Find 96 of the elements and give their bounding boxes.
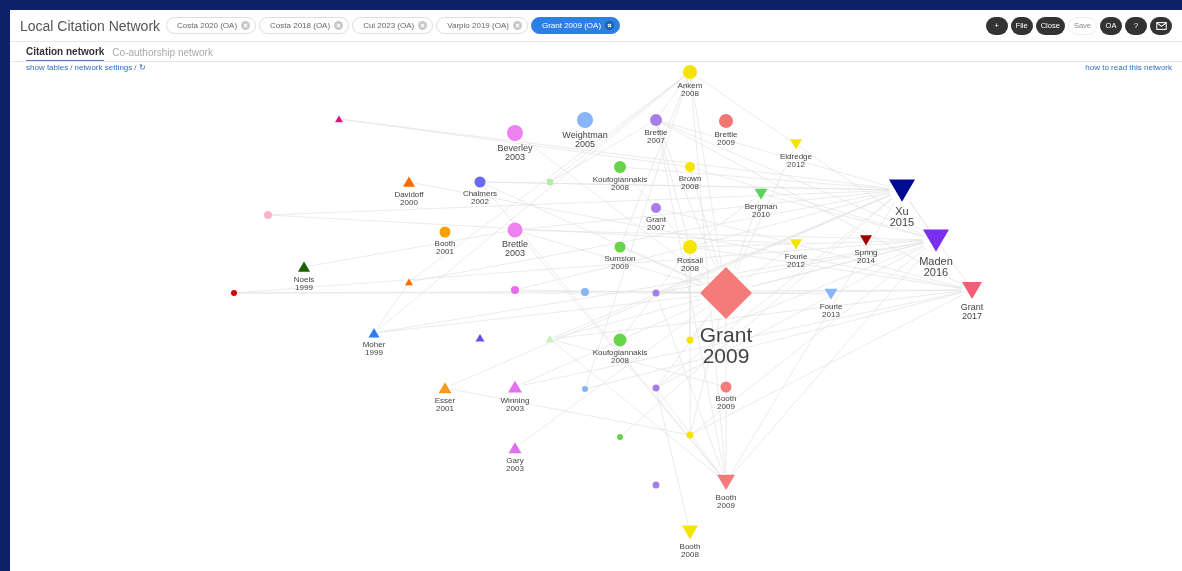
node-label: Brettle 2007 [644, 127, 668, 145]
node-label: Booth 2009 [715, 492, 737, 510]
separator-text: / [70, 63, 73, 72]
paper-tab[interactable]: Cui 2023 (OA) [352, 17, 434, 34]
paper-node[interactable] [231, 290, 237, 296]
node-label: Booth 2008 [679, 541, 701, 559]
view-tab[interactable]: Citation network [26, 46, 105, 61]
node-label: Booth 2001 [434, 239, 456, 257]
paper-node[interactable] [962, 282, 982, 299]
paper-node[interactable] [719, 114, 733, 128]
paper-tab[interactable]: Costa 2018 (OA) [259, 17, 350, 34]
paper-node[interactable] [581, 288, 589, 296]
paper-node[interactable] [652, 289, 660, 297]
paper-node[interactable] [298, 261, 310, 272]
paper-node[interactable] [368, 328, 380, 338]
paper-node[interactable] [686, 336, 694, 344]
paper-node[interactable] [650, 114, 662, 126]
paper-node[interactable] [652, 384, 660, 392]
paper-node[interactable] [475, 333, 485, 342]
paper-node[interactable] [403, 176, 415, 187]
node-label: Beverley 2003 [497, 142, 533, 162]
paper-node[interactable] [614, 161, 626, 173]
paper-node[interactable] [507, 222, 523, 238]
paper-node[interactable] [700, 267, 752, 319]
paper-node[interactable] [577, 112, 593, 128]
mail-icon [1155, 21, 1167, 30]
node-label: Noels 1999 [293, 274, 315, 292]
paper-node[interactable] [614, 241, 626, 253]
paper-tab[interactable]: Varpio 2019 (OA) [436, 17, 528, 34]
node-label: Rossall 2008 [676, 255, 704, 273]
node-label: Davidoff 2000 [394, 189, 424, 207]
node-label: Booth 2009 [715, 394, 737, 412]
paper-node[interactable] [923, 229, 949, 252]
paper-node[interactable] [652, 481, 660, 489]
app-title: Local Citation Network [20, 17, 161, 34]
paper-tab[interactable]: Grant 2009 (OA) [530, 17, 621, 34]
paper-node[interactable] [682, 525, 698, 540]
paper-node[interactable] [439, 226, 451, 238]
node-label: Spring 2014 [854, 247, 878, 265]
paper-node[interactable] [264, 211, 272, 219]
paper-node[interactable] [651, 203, 661, 213]
node-label: Weightman 2005 [562, 129, 608, 149]
paper-node[interactable] [582, 386, 588, 392]
node-label: Brown 2008 [678, 173, 702, 191]
node-label: Koufogiannakis 2008 [592, 174, 648, 192]
node-label: Grant 2009 [699, 323, 753, 368]
paper-node[interactable] [790, 139, 802, 150]
paper-node[interactable] [508, 380, 522, 393]
paper-node[interactable] [683, 240, 697, 254]
node-label: Gary 2003 [506, 456, 524, 474]
node-label: Maden 2016 [919, 255, 953, 279]
graph-link[interactable]: network settings [74, 63, 133, 72]
node-label: Grant 2017 [960, 301, 984, 321]
mail-button[interactable] [1150, 16, 1172, 35]
paper-node[interactable] [511, 286, 519, 294]
paper-tab[interactable]: Costa 2020 (OA) [166, 17, 257, 34]
paper-node[interactable] [686, 431, 694, 439]
node-label: Koufogiannakis 2008 [592, 348, 648, 366]
node-label: Esser 2001 [434, 396, 456, 414]
paper-node[interactable] [613, 333, 627, 347]
node-label: Bergman 2010 [744, 202, 778, 220]
node-label: Moher 1999 [362, 340, 386, 358]
paper-node[interactable] [438, 382, 452, 394]
node-label: Ankem 2008 [677, 80, 703, 98]
paper-node[interactable] [508, 442, 522, 454]
help-link[interactable]: how to read this network [1085, 63, 1172, 72]
graph-link[interactable]: ↻ [138, 63, 146, 72]
node-label: Fourie 2012 [784, 251, 808, 269]
paper-node[interactable] [720, 381, 732, 393]
paper-node[interactable] [617, 434, 623, 440]
node-label: Brettle 2003 [502, 239, 528, 259]
graph-link[interactable]: show tables [26, 63, 69, 72]
paper-node[interactable] [546, 178, 554, 186]
paper-node[interactable] [790, 239, 802, 250]
close-icon[interactable] [605, 21, 615, 30]
paper-node[interactable] [717, 474, 735, 491]
paper-node[interactable] [405, 278, 413, 286]
node-label: Sumsion 2009 [604, 254, 636, 272]
node-label: Eldredge 2012 [780, 151, 812, 169]
paper-node[interactable] [824, 288, 838, 300]
separator-text: / [134, 63, 137, 72]
paper-node[interactable] [474, 176, 486, 188]
node-label: Grant 2007 [646, 214, 666, 232]
paper-node[interactable] [545, 334, 555, 343]
node-label: Brettle 2009 [714, 129, 738, 147]
node-label: Chalmers 2002 [462, 189, 498, 207]
node-label: Winning 2003 [500, 395, 530, 413]
node-label: Fourie 2013 [819, 302, 843, 320]
paper-node[interactable] [860, 235, 872, 246]
paper-node[interactable] [685, 162, 695, 172]
paper-node[interactable] [507, 125, 523, 141]
paper-node[interactable] [754, 188, 768, 200]
paper-node[interactable] [889, 179, 915, 202]
paper-node[interactable] [683, 65, 697, 79]
node-label: Xu 2015 [889, 205, 915, 229]
paper-node[interactable] [335, 115, 343, 123]
